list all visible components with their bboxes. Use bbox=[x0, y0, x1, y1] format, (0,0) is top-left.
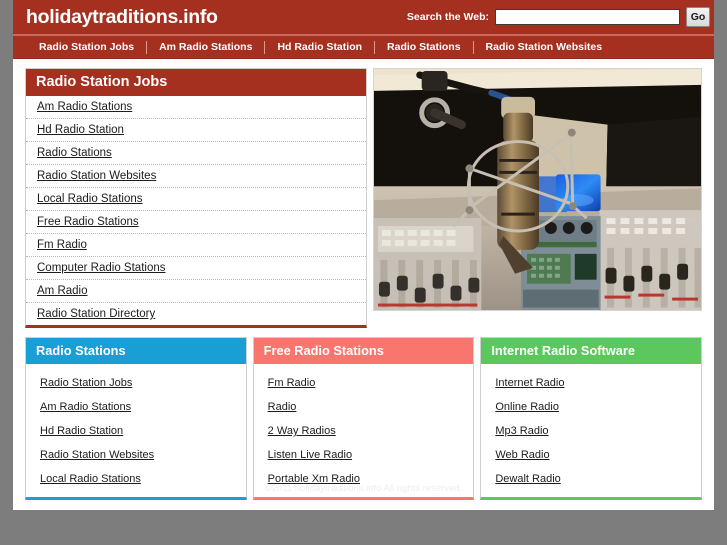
box-title-free-radio-stations: Free Radio Stations bbox=[253, 338, 474, 364]
top-row: Radio Station Jobs Am Radio Stations Hd … bbox=[25, 68, 702, 328]
box-list-internet-radio-software: Internet Radio Online Radio Mp3 Radio We… bbox=[481, 364, 701, 497]
panel-link-radio-stations[interactable]: Radio Stations bbox=[26, 142, 366, 164]
search-label: Search the Web: bbox=[406, 11, 489, 23]
panel-link-am-radio-stations[interactable]: Am Radio Stations bbox=[26, 96, 366, 118]
list-item: Listen Live Radio bbox=[254, 442, 474, 466]
main-panel-list: Am Radio Stations Hd Radio Station Radio… bbox=[26, 96, 366, 325]
list-item: Radio Stations bbox=[26, 142, 366, 165]
panel-link-free-radio-stations[interactable]: Free Radio Stations bbox=[26, 211, 366, 233]
box-title-radio-stations: Radio Stations bbox=[26, 338, 246, 364]
nav-item-radio-stations[interactable]: Radio Stations bbox=[375, 41, 473, 53]
panel-link-am-radio[interactable]: Am Radio bbox=[26, 280, 366, 302]
panel-link-fm-radio[interactable]: Fm Radio bbox=[26, 234, 366, 256]
list-item: Hd Radio Station bbox=[26, 119, 366, 142]
box-link-web-radio[interactable]: Web Radio bbox=[495, 449, 549, 461]
page-container: holidaytraditions.info Search the Web: G… bbox=[13, 0, 714, 510]
category-box-internet-radio-software: Internet Radio Software Internet Radio O… bbox=[480, 337, 703, 500]
list-item: Am Radio Stations bbox=[26, 96, 366, 119]
box-link-2-way-radios[interactable]: 2 Way Radios bbox=[268, 425, 336, 437]
panel-link-radio-station-websites[interactable]: Radio Station Websites bbox=[26, 165, 366, 187]
list-item: Radio Station Jobs bbox=[26, 370, 246, 394]
box-link-internet-radio[interactable]: Internet Radio bbox=[495, 377, 564, 389]
category-box-row: Radio Stations Radio Station Jobs Am Rad… bbox=[25, 337, 703, 500]
list-item: Radio Station Websites bbox=[26, 165, 366, 188]
box-link-radio-station-websites[interactable]: Radio Station Websites bbox=[40, 449, 154, 461]
box-list-radio-stations: Radio Station Jobs Am Radio Stations Hd … bbox=[26, 364, 246, 497]
page-content: Radio Station Jobs Am Radio Stations Hd … bbox=[13, 59, 714, 510]
main-panel-title: Radio Station Jobs bbox=[26, 69, 366, 96]
footer: ©2011 holidaytraditions.info All rights … bbox=[0, 483, 727, 494]
list-item: Mp3 Radio bbox=[481, 418, 701, 442]
radio-studio-photo bbox=[373, 68, 702, 311]
list-item: Local Radio Stations bbox=[26, 188, 366, 211]
box-link-radio-station-jobs[interactable]: Radio Station Jobs bbox=[40, 377, 132, 389]
list-item: Hd Radio Station bbox=[26, 418, 246, 442]
search-go-button[interactable]: Go bbox=[686, 7, 710, 27]
list-item: Am Radio bbox=[26, 280, 366, 303]
list-item: Radio Station Websites bbox=[26, 442, 246, 466]
search-area: Search the Web: Go bbox=[407, 7, 710, 27]
category-box-free-radio-stations: Free Radio Stations Fm Radio Radio 2 Way… bbox=[252, 337, 475, 500]
list-item: Fm Radio bbox=[254, 370, 474, 394]
panel-link-hd-radio-station[interactable]: Hd Radio Station bbox=[26, 119, 366, 141]
box-link-hd-radio-station[interactable]: Hd Radio Station bbox=[40, 425, 123, 437]
box-link-online-radio[interactable]: Online Radio bbox=[495, 401, 559, 413]
panel-link-computer-radio-stations[interactable]: Computer Radio Stations bbox=[26, 257, 366, 279]
list-item: Web Radio bbox=[481, 442, 701, 466]
list-item: Computer Radio Stations bbox=[26, 257, 366, 280]
site-brand: holidaytraditions.info bbox=[26, 5, 218, 28]
box-link-fm-radio[interactable]: Fm Radio bbox=[268, 377, 316, 389]
list-item: Online Radio bbox=[481, 394, 701, 418]
list-item: Radio bbox=[254, 394, 474, 418]
list-item: Free Radio Stations bbox=[26, 211, 366, 234]
copyright-text: ©2011 holidaytraditions.info All rights … bbox=[264, 483, 463, 494]
main-link-panel: Radio Station Jobs Am Radio Stations Hd … bbox=[25, 68, 367, 328]
box-link-mp3-radio[interactable]: Mp3 Radio bbox=[495, 425, 548, 437]
box-link-radio[interactable]: Radio bbox=[268, 401, 297, 413]
box-link-am-radio-stations[interactable]: Am Radio Stations bbox=[40, 401, 131, 413]
list-item: Fm Radio bbox=[26, 234, 366, 257]
panel-link-radio-station-directory[interactable]: Radio Station Directory bbox=[26, 303, 366, 325]
box-link-listen-live-radio[interactable]: Listen Live Radio bbox=[268, 449, 352, 461]
panel-link-local-radio-stations[interactable]: Local Radio Stations bbox=[26, 188, 366, 210]
list-item: Radio Station Directory bbox=[26, 303, 366, 325]
list-item: Internet Radio bbox=[481, 370, 701, 394]
primary-nav: Radio Station Jobs Am Radio Stations Hd … bbox=[13, 36, 714, 59]
list-item: Am Radio Stations bbox=[26, 394, 246, 418]
nav-item-radio-station-jobs[interactable]: Radio Station Jobs bbox=[27, 41, 146, 53]
category-box-radio-stations: Radio Stations Radio Station Jobs Am Rad… bbox=[25, 337, 247, 500]
box-list-free-radio-stations: Fm Radio Radio 2 Way Radios Listen Live … bbox=[254, 364, 474, 497]
list-item: 2 Way Radios bbox=[254, 418, 474, 442]
site-header: holidaytraditions.info Search the Web: G… bbox=[13, 0, 714, 36]
nav-item-radio-station-websites[interactable]: Radio Station Websites bbox=[474, 41, 615, 53]
nav-item-hd-radio-station[interactable]: Hd Radio Station bbox=[265, 41, 374, 53]
search-input[interactable] bbox=[495, 9, 680, 25]
nav-item-am-radio-stations[interactable]: Am Radio Stations bbox=[147, 41, 264, 53]
box-title-internet-radio-software: Internet Radio Software bbox=[481, 338, 702, 364]
radio-studio-illustration bbox=[374, 69, 701, 310]
